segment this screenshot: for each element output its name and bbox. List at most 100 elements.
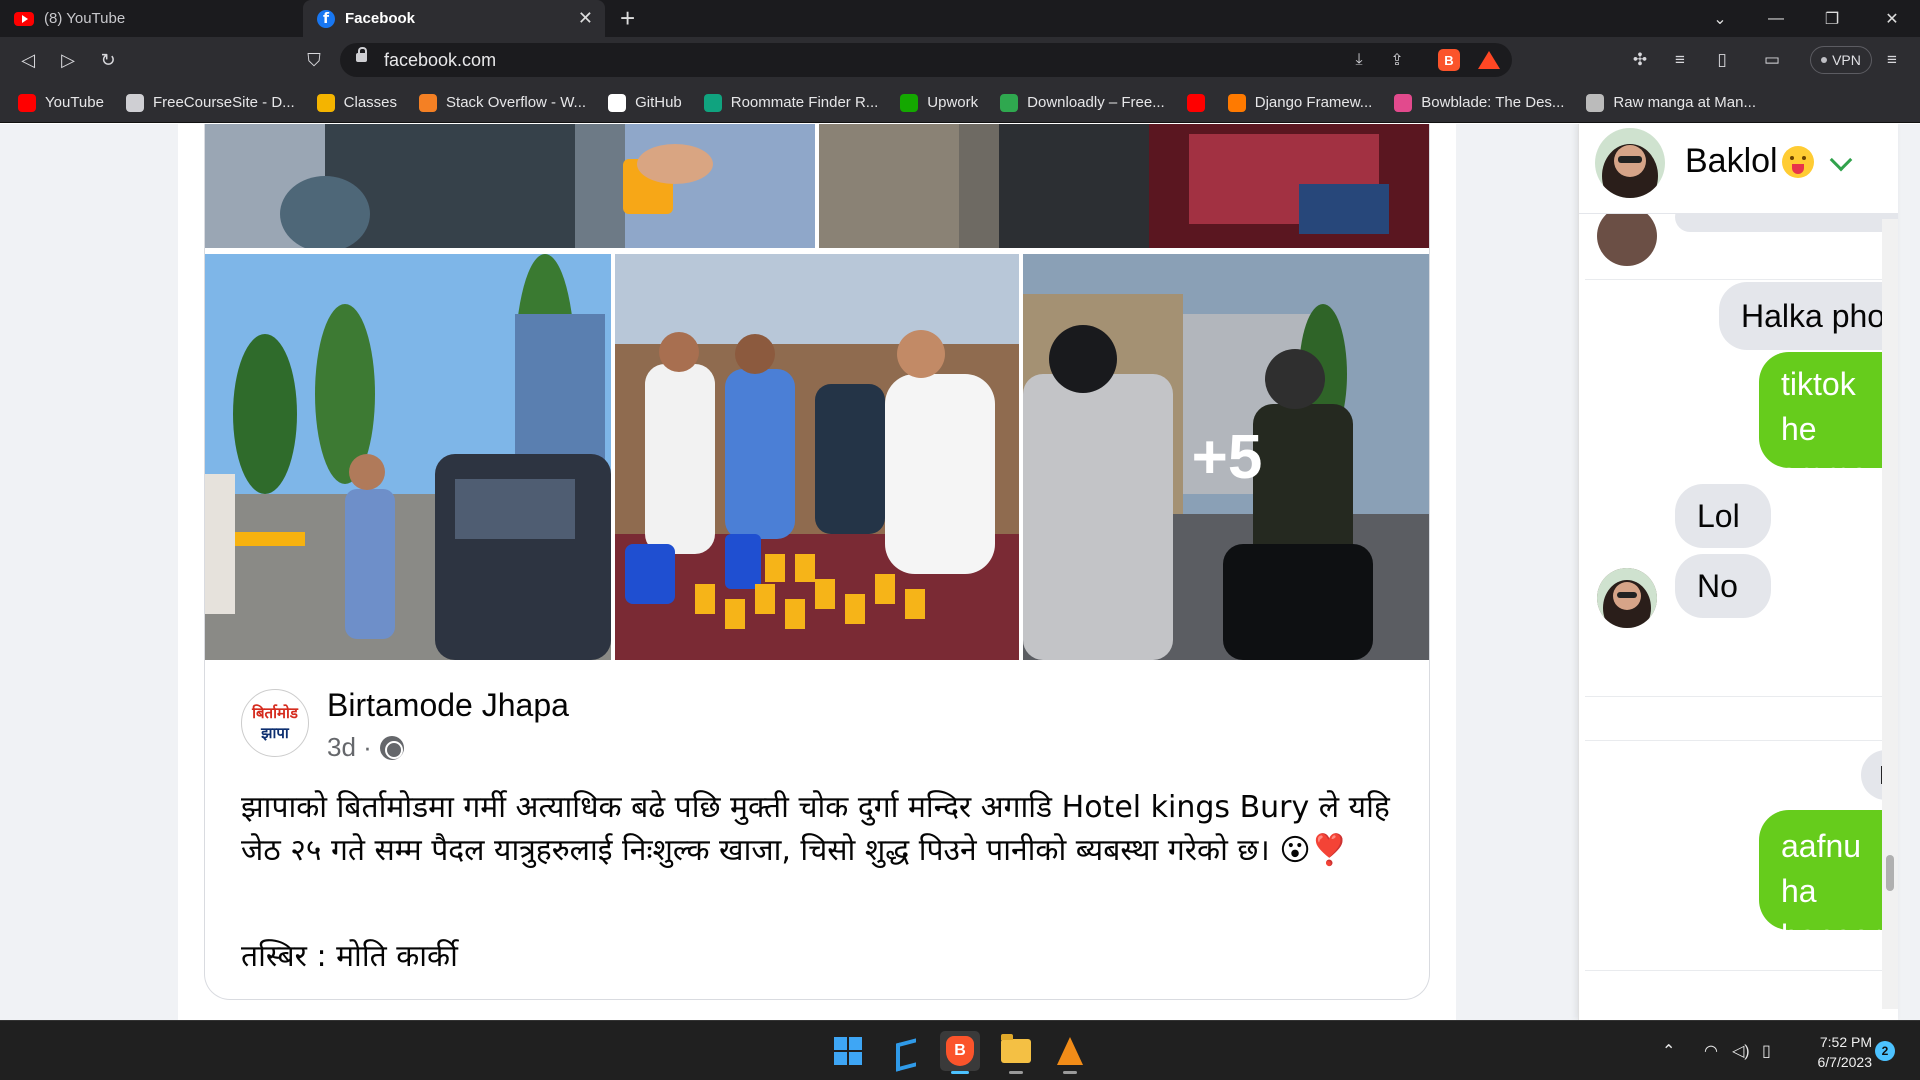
bookmark-item[interactable]: FreeCourseSite - D... (125, 93, 295, 112)
post-photo-credit: तस्बिर : मोति कार्की (241, 939, 458, 974)
bookmark-item[interactable]: Stack Overflow - W... (419, 93, 587, 112)
file-explorer-taskbar-button[interactable] (996, 1031, 1036, 1074)
running-indicator (951, 1071, 969, 1074)
contact-avatar[interactable] (1595, 128, 1665, 198)
reload-button[interactable]: ↻ (94, 46, 122, 74)
chat-scrollbar[interactable] (1882, 219, 1898, 1009)
vlc-taskbar-button[interactable] (1050, 1031, 1090, 1074)
tab-facebook[interactable]: f Facebook ✕ (303, 0, 605, 37)
post-photo-2[interactable] (819, 124, 1429, 248)
post-time[interactable]: 3d · (327, 732, 372, 763)
wifi-icon[interactable]: ◠ (1704, 1021, 1718, 1080)
notification-badge[interactable]: 2 (1875, 1041, 1895, 1061)
tab-youtube[interactable]: (8) YouTube (0, 0, 303, 37)
post-photo-1[interactable] (205, 124, 815, 248)
vscode-icon (892, 1037, 920, 1065)
brave-icon: B (946, 1036, 974, 1066)
vpn-button[interactable]: VPN (1810, 46, 1872, 74)
bookmark-label: YouTube (45, 94, 104, 111)
post-meta: 3d · (327, 732, 404, 763)
start-button[interactable] (828, 1031, 868, 1071)
page-name[interactable]: Birtamode Jhapa (327, 687, 569, 724)
bookmark-item[interactable]: YouTube (18, 93, 104, 112)
close-tab-icon[interactable]: ✕ (578, 8, 593, 29)
brave-shields-icon[interactable]: B (1438, 49, 1460, 71)
post-photo-4[interactable] (615, 254, 1019, 660)
bookmark-icon[interactable]: ⛉ (300, 46, 328, 74)
brave-rewards-icon[interactable] (1478, 51, 1500, 69)
close-window-button[interactable]: ✕ (1864, 0, 1920, 37)
more-photos-overlay[interactable]: +5 (1023, 254, 1429, 660)
playlist-icon[interactable]: ≡ (1668, 48, 1692, 72)
bookmarks-bar: YouTube FreeCourseSite - D... Classes Stack… (0, 83, 1920, 123)
post-text: झापाको बिर्तामोडमा गर्मी अत्याधिक बढे पछ… (241, 790, 1390, 868)
taskbar-clock[interactable]: 7:52 PM 6/7/2023 (1802, 1032, 1873, 1072)
message-bubble-incoming: Halka phone (1719, 282, 1898, 350)
bookmark-label: Raw manga at Man... (1613, 94, 1756, 111)
contact-name-text: Baklol (1685, 142, 1778, 180)
fire-icon (1227, 93, 1246, 112)
battery-icon[interactable]: ▯ (1762, 1021, 1771, 1080)
bookmark-item[interactable]: Upwork (900, 93, 978, 112)
contact-avatar (1597, 568, 1657, 628)
tab-search-chevron-icon[interactable]: ⌄ (1692, 0, 1748, 37)
m-icon (1394, 93, 1413, 112)
post-photo-3[interactable] (205, 254, 611, 660)
brave-taskbar-button[interactable]: B (940, 1031, 980, 1074)
bookmark-label: Django Framew... (1254, 94, 1373, 111)
extensions-icon[interactable]: ✣ (1628, 48, 1652, 72)
facebook-icon: f (317, 9, 335, 28)
address-url[interactable]: facebook.com (384, 50, 496, 71)
feed-post: +5 बिर्तामोड झापा Birtamode Jhapa 3d · झ… (204, 124, 1430, 1000)
bookmark-label: Roommate Finder R... (730, 94, 879, 111)
bookmark-label: FreeCourseSite - D... (152, 94, 295, 111)
bookmark-item[interactable]: Django Framew... (1227, 93, 1373, 112)
forward-button[interactable]: ▷ (54, 46, 82, 74)
sidebar-icon[interactable]: ▯ (1710, 48, 1734, 72)
bookmark-label: Bowblade: The Des... (1421, 94, 1565, 111)
avatar-text-line2: झापा (261, 724, 289, 742)
globe-icon (379, 735, 404, 760)
tongue-emoji-icon (1781, 145, 1814, 178)
new-tab-button[interactable]: + (620, 3, 635, 34)
page-avatar[interactable]: बिर्तामोड झापा (241, 689, 309, 757)
bookmark-item[interactable]: GitHub (608, 93, 682, 112)
show-hidden-icons-button[interactable]: ⌃ (1662, 1021, 1675, 1080)
address-bar[interactable]: facebook.com ⤓ ⇪ B (340, 43, 1512, 77)
youtube-icon (18, 93, 36, 112)
bookmark-label: Stack Overflow - W... (446, 94, 587, 111)
vpn-label: VPN (1832, 52, 1861, 68)
bookmark-item[interactable] (1186, 93, 1214, 112)
restore-button[interactable]: ❐ (1804, 0, 1860, 37)
bookmark-item[interactable]: Roommate Finder R... (703, 93, 879, 112)
bookmark-label: Downloadly – Free... (1027, 94, 1165, 111)
vscode-taskbar-button[interactable] (886, 1031, 926, 1071)
back-button[interactable]: ◁ (14, 46, 42, 74)
share-icon[interactable]: ⇪ (1386, 49, 1408, 71)
bookmark-item[interactable]: Raw manga at Man... (1586, 93, 1756, 112)
scrollbar-thumb[interactable] (1886, 855, 1894, 891)
chat-header: Baklol (1579, 124, 1898, 214)
openai-icon (703, 93, 722, 112)
message-bubble-incoming: Lol (1675, 484, 1771, 548)
bookmark-item[interactable]: Classes (316, 93, 397, 112)
vlc-icon (1057, 1037, 1083, 1065)
bookmark-item[interactable]: Downloadly – Free... (1000, 93, 1165, 112)
chevron-down-icon[interactable] (1829, 148, 1853, 172)
avatar-text-line1: बिर्तामोड (252, 704, 298, 722)
clock-time: 7:52 PM (1819, 1034, 1872, 1050)
volume-icon[interactable]: ◁) (1732, 1021, 1750, 1080)
windows-logo-icon (834, 1037, 862, 1065)
install-app-icon[interactable]: ⤓ (1348, 49, 1370, 71)
post-photo-5[interactable]: +5 (1023, 254, 1429, 660)
manga-icon (1586, 93, 1605, 112)
chat-contact-name[interactable]: Baklol (1685, 142, 1814, 181)
running-indicator (1009, 1071, 1023, 1074)
folder-icon (1001, 1034, 1031, 1063)
messenger-chat-panel: Halka phone tiktok he smma a Lol No K aa… (1578, 124, 1898, 1020)
message-bubble-outgoing: aafnu ha banaera (1759, 810, 1898, 954)
bookmark-item[interactable]: Bowblade: The Des... (1394, 93, 1565, 112)
minimize-button[interactable]: — (1748, 0, 1804, 37)
menu-icon[interactable]: ≡ (1880, 48, 1904, 72)
wallet-icon[interactable]: ▭ (1760, 48, 1784, 72)
